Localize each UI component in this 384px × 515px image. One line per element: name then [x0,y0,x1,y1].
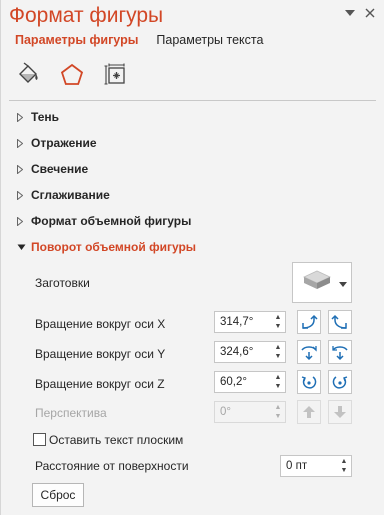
distance-value: 0 пт [286,460,308,472]
section-label: Поворот объемной фигуры [31,240,197,254]
fill-line-icon[interactable] [11,58,45,92]
scrollbar[interactable] [378,100,384,515]
chevron-down-icon [339,274,347,292]
section-3d-rotation[interactable]: Поворот объемной фигуры [17,240,196,254]
section-3d-format[interactable]: Формат объемной фигуры [17,214,191,228]
pane-title: Формат фигуры [9,4,164,27]
y-rotation-spinner[interactable]: 324,6° ▲ ▼ [214,341,286,363]
arrow-down-icon [334,406,346,418]
section-label: Свечение [31,162,89,176]
tab-text-options[interactable]: Параметры текста [156,33,263,47]
section-label: Отражение [31,136,97,150]
presets-dropdown[interactable] [292,262,352,303]
spin-up-icon[interactable]: ▲ [275,343,282,352]
pane-options-chevron-icon[interactable] [343,6,357,20]
chevron-right-icon [17,164,29,174]
perspective-value: 0° [220,406,231,418]
rotate-counterclockwise-icon [301,376,317,389]
close-icon[interactable] [363,6,377,20]
perspective-label: Перспектива [35,406,107,420]
chevron-right-icon [17,190,29,200]
z-rotation-spinner[interactable]: 60,2° ▲ ▼ [214,371,286,393]
x-rotation-spinner[interactable]: 314,7° ▲ ▼ [214,311,286,333]
rotate-x-left-button[interactable] [297,310,321,334]
spin-up-icon[interactable]: ▲ [275,403,282,412]
rotate-down-icon [332,346,348,361]
spin-up-icon[interactable]: ▲ [341,457,348,466]
rotate-right-icon [331,314,347,329]
section-label: Сглаживание [31,188,110,202]
size-properties-icon[interactable] [99,58,133,92]
preset-cube-icon [302,269,332,296]
y-rotation-value: 324,6° [220,346,254,358]
spin-down-icon[interactable]: ▼ [275,322,282,331]
spin-up-icon[interactable]: ▲ [275,313,282,322]
z-rotation-label: Вращение вокруг оси Z [35,377,165,391]
divider [9,100,376,101]
keep-text-flat-checkbox[interactable] [33,433,46,446]
section-soft-edges[interactable]: Сглаживание [17,188,110,202]
rotate-y-down-button[interactable] [328,340,352,364]
chevron-right-icon [17,216,29,226]
perspective-decrease-button[interactable] [328,400,352,424]
format-shape-pane: Формат фигуры Параметры фигуры Параметры… [0,0,384,515]
spin-down-icon[interactable]: ▼ [275,412,282,421]
tab-shape-options[interactable]: Параметры фигуры [15,33,138,47]
category-icons [11,58,133,92]
chevron-right-icon [17,112,29,122]
section-label: Тень [31,110,60,124]
x-rotation-value: 314,7° [220,316,254,328]
section-glow[interactable]: Свечение [17,162,88,176]
section-reflection[interactable]: Отражение [17,136,97,150]
spin-down-icon[interactable]: ▼ [341,466,348,475]
reset-button[interactable]: Сброс [32,483,84,507]
y-rotation-label: Вращение вокруг оси Y [35,347,166,361]
keep-text-flat-label: Оставить текст плоским [49,433,184,447]
presets-label: Заготовки [35,276,90,290]
arrow-up-icon [303,406,315,418]
rotate-up-icon [301,346,317,361]
rotate-z-clockwise-button[interactable] [328,370,352,394]
section-shadow[interactable]: Тень [17,110,59,124]
spin-up-icon[interactable]: ▲ [275,373,282,382]
rotate-z-counterclockwise-button[interactable] [297,370,321,394]
x-rotation-label: Вращение вокруг оси X [35,317,166,331]
perspective-spinner[interactable]: 0° ▲ ▼ [214,401,286,423]
section-label: Формат объемной фигуры [31,214,192,228]
spin-down-icon[interactable]: ▼ [275,352,282,361]
rotate-clockwise-icon [332,376,348,389]
chevron-down-icon [17,244,29,251]
rotate-y-up-button[interactable] [297,340,321,364]
distance-spinner[interactable]: 0 пт ▲ ▼ [280,455,352,477]
z-rotation-value: 60,2° [220,376,247,388]
perspective-increase-button[interactable] [297,400,321,424]
spin-down-icon[interactable]: ▼ [275,382,282,391]
rotate-x-right-button[interactable] [328,310,352,334]
pane-tabs: Параметры фигуры Параметры текста [15,33,263,47]
chevron-right-icon [17,138,29,148]
rotate-left-icon [302,314,318,329]
distance-label: Расстояние от поверхности [35,459,189,473]
effects-pentagon-icon[interactable] [55,58,89,92]
